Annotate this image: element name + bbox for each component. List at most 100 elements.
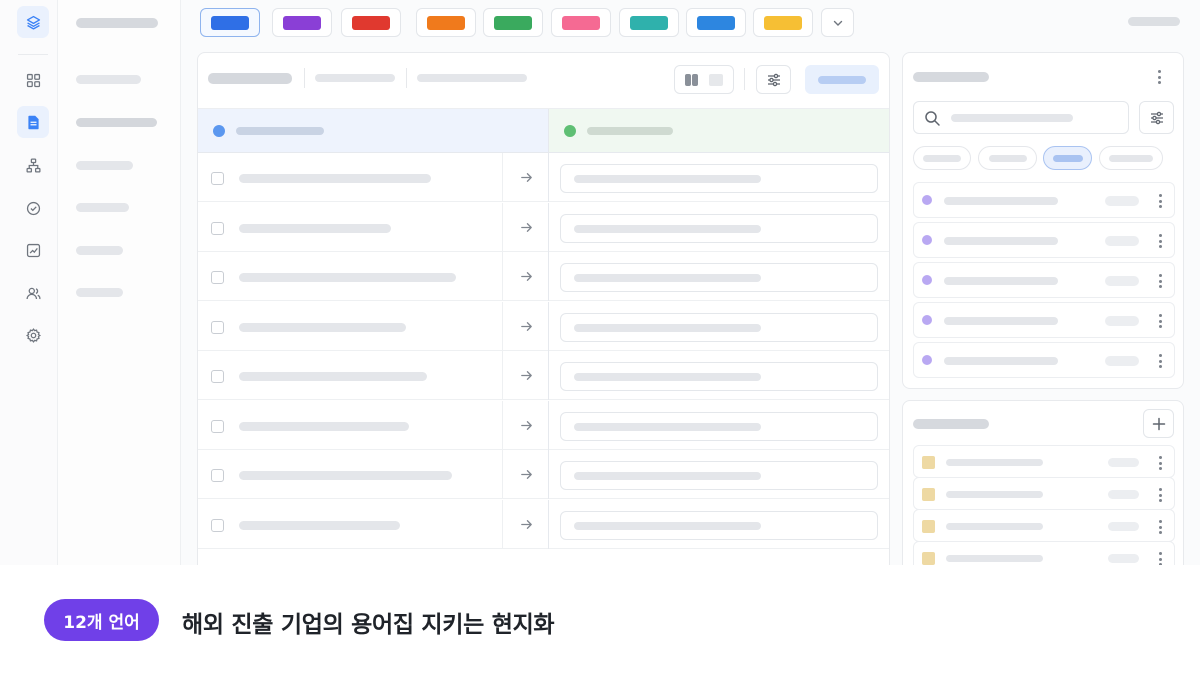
- add-term-button[interactable]: [1143, 409, 1174, 438]
- translation-input[interactable]: [560, 263, 878, 292]
- more-icon[interactable]: [1158, 194, 1162, 208]
- table-row[interactable]: [198, 351, 889, 400]
- row-checkbox[interactable]: [211, 419, 224, 433]
- translation-input[interactable]: [560, 213, 878, 243]
- color-swatch-button[interactable]: [619, 8, 679, 37]
- arrow-right-icon[interactable]: [519, 170, 534, 185]
- term-item[interactable]: [913, 182, 1175, 218]
- column-divider: [548, 301, 549, 351]
- row-checkbox[interactable]: [211, 370, 224, 383]
- more-icon[interactable]: [1158, 234, 1162, 248]
- table-row[interactable]: [198, 202, 889, 252]
- filter-chip[interactable]: [1099, 146, 1163, 170]
- filter-button[interactable]: [756, 65, 791, 94]
- account-placeholder[interactable]: [1128, 17, 1180, 26]
- chart-icon[interactable]: [17, 234, 49, 266]
- more-icon[interactable]: [1158, 314, 1162, 328]
- more-icon[interactable]: [1158, 274, 1162, 288]
- grid-icon[interactable]: [17, 64, 49, 96]
- arrow-right-icon[interactable]: [519, 368, 534, 383]
- arrow-right-icon[interactable]: [519, 467, 534, 482]
- translation-text: [574, 274, 761, 282]
- term-item[interactable]: [913, 222, 1175, 258]
- more-icon[interactable]: [1158, 552, 1162, 565]
- row-checkbox[interactable]: [211, 320, 224, 334]
- arrow-right-icon[interactable]: [519, 517, 534, 532]
- column-title: [587, 126, 673, 135]
- filter-chip-selected[interactable]: [1043, 146, 1092, 170]
- color-swatch-button[interactable]: [551, 8, 611, 37]
- color-swatch-button[interactable]: [483, 8, 543, 37]
- more-icon[interactable]: [1158, 456, 1162, 470]
- table-row[interactable]: [198, 400, 889, 450]
- glossary-item[interactable]: [913, 445, 1175, 478]
- color-swatch-button[interactable]: [753, 8, 813, 37]
- check-circle-icon[interactable]: [17, 192, 49, 224]
- more-icon[interactable]: [1158, 520, 1162, 534]
- color-swatch: [427, 15, 465, 30]
- row-checkbox[interactable]: [211, 518, 224, 532]
- filter-chip[interactable]: [913, 146, 971, 170]
- color-swatch-button[interactable]: [416, 8, 476, 37]
- nav-item[interactable]: [76, 246, 123, 255]
- translation-input[interactable]: [560, 312, 878, 342]
- source-text: [239, 471, 452, 480]
- color-swatch-button[interactable]: [341, 8, 401, 37]
- source-text: [239, 273, 456, 282]
- arrow-right-icon[interactable]: [519, 269, 534, 284]
- translation-input[interactable]: [560, 164, 878, 193]
- nav-item[interactable]: [76, 75, 141, 84]
- sitemap-icon[interactable]: [17, 149, 49, 181]
- filter-chip[interactable]: [978, 146, 1037, 170]
- glossary-count: [1108, 554, 1139, 563]
- cell-divider: [502, 499, 503, 549]
- layers-icon[interactable]: [17, 6, 49, 38]
- glossary-tag: [922, 552, 935, 565]
- translation-input[interactable]: [560, 411, 878, 441]
- nav-item[interactable]: [76, 161, 133, 170]
- term-item[interactable]: [913, 302, 1175, 338]
- term-item[interactable]: [913, 342, 1175, 378]
- gear-icon[interactable]: [17, 319, 49, 351]
- color-swatch-button[interactable]: [272, 8, 332, 37]
- more-icon[interactable]: [1158, 488, 1162, 502]
- more-icon[interactable]: [1157, 70, 1161, 84]
- color-swatch: [764, 15, 802, 30]
- arrow-right-icon[interactable]: [519, 220, 534, 235]
- users-icon[interactable]: [17, 277, 49, 309]
- table-row[interactable]: [198, 499, 889, 549]
- translation-input[interactable]: [560, 510, 878, 540]
- table-row[interactable]: [198, 450, 889, 499]
- view-toggle[interactable]: [674, 65, 734, 94]
- translation-input[interactable]: [560, 461, 878, 490]
- header-crumb[interactable]: [417, 74, 527, 82]
- row-checkbox[interactable]: [211, 172, 224, 185]
- table-row[interactable]: [198, 252, 889, 301]
- more-icon[interactable]: [1158, 354, 1162, 368]
- arrow-right-icon[interactable]: [519, 319, 534, 334]
- color-swatch-button[interactable]: [200, 8, 260, 37]
- nav-item[interactable]: [76, 288, 123, 297]
- term-item[interactable]: [913, 262, 1175, 298]
- row-checkbox[interactable]: [211, 221, 224, 235]
- glossary-item[interactable]: [913, 477, 1175, 510]
- arrow-right-icon[interactable]: [519, 418, 534, 433]
- color-swatch-button[interactable]: [686, 8, 746, 37]
- term-count: [1105, 356, 1139, 366]
- primary-action-button[interactable]: [805, 65, 879, 94]
- table-row[interactable]: [198, 153, 889, 202]
- row-checkbox[interactable]: [211, 271, 224, 284]
- nav-item[interactable]: [76, 118, 157, 127]
- chip-label: [1109, 154, 1153, 162]
- document-icon[interactable]: [17, 106, 49, 138]
- terms-search-input[interactable]: [913, 101, 1129, 134]
- table-row[interactable]: [198, 301, 889, 351]
- row-checkbox[interactable]: [211, 469, 224, 482]
- glossary-item[interactable]: [913, 509, 1175, 542]
- glossary-item[interactable]: [913, 541, 1175, 565]
- nav-item[interactable]: [76, 203, 129, 212]
- translation-input[interactable]: [560, 362, 878, 391]
- header-crumb[interactable]: [315, 74, 395, 82]
- terms-filter-button[interactable]: [1139, 101, 1174, 134]
- more-swatches-button[interactable]: [821, 8, 854, 37]
